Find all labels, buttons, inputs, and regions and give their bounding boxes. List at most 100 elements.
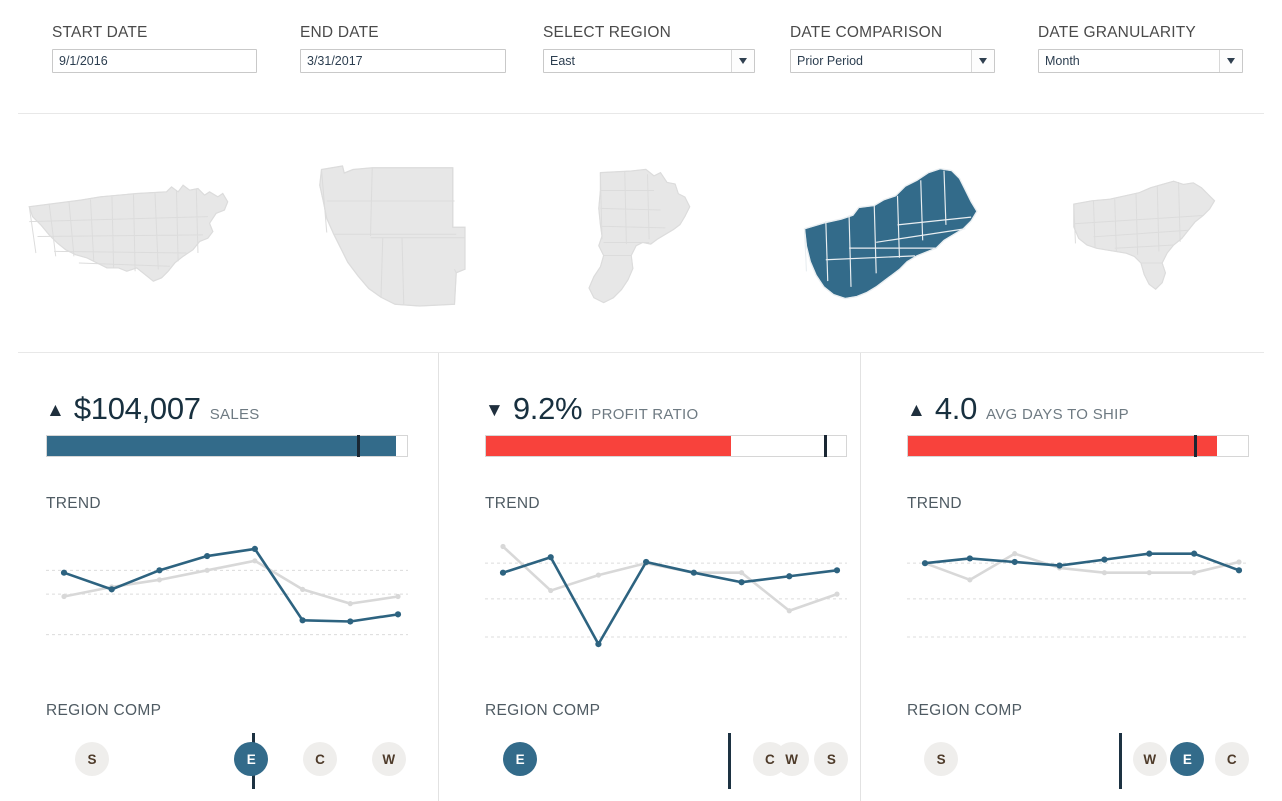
trend-point bbox=[1191, 570, 1197, 576]
trend-line-current bbox=[62, 547, 400, 623]
trend-label-sales: TREND bbox=[46, 495, 101, 512]
trend-point bbox=[547, 554, 554, 561]
kpi-bar-fill-avg-days-to-ship bbox=[908, 436, 1218, 456]
regioncomp-dot-w-avg-days-to-ship[interactable]: W bbox=[1132, 742, 1167, 776]
regioncomp-dot-c-sales[interactable]: C bbox=[303, 742, 338, 776]
map-central-svg bbox=[588, 168, 691, 304]
trend-point bbox=[1056, 562, 1063, 569]
trend-point bbox=[786, 573, 793, 580]
select-region-dropdown[interactable]: East bbox=[543, 49, 755, 73]
trend-point bbox=[595, 572, 602, 578]
filter-select-region: SELECT REGION East bbox=[543, 24, 755, 73]
trend-point bbox=[966, 555, 973, 562]
date-comparison-dropdown[interactable]: Prior Period bbox=[790, 49, 995, 73]
kpi-caption-sales: SALES bbox=[209, 406, 260, 423]
trend-point bbox=[251, 545, 258, 552]
map-south-thumbnail[interactable] bbox=[1026, 122, 1282, 350]
trend-sparkline-sales bbox=[46, 545, 408, 636]
trend-point bbox=[1236, 559, 1242, 565]
regioncomp-track-profit-ratio: ECWS bbox=[485, 733, 849, 789]
trend-sparkline-avg-days-to-ship bbox=[907, 550, 1249, 638]
kpi-caption-avg-days-to-ship: AVG DAYS TO SHIP bbox=[986, 406, 1129, 423]
start-date-input[interactable] bbox=[52, 49, 257, 73]
regioncomp-label-profit-ratio: REGION COMP bbox=[485, 702, 601, 719]
chevron-down-icon[interactable] bbox=[1219, 50, 1242, 72]
region-map-strip bbox=[0, 122, 1282, 350]
regioncomp-dot-e-sales[interactable]: E bbox=[234, 742, 269, 776]
arrow-up-icon: ▲ bbox=[46, 400, 65, 421]
kpi-header-profit-ratio: ▼ 9.2% PROFIT RATIO bbox=[485, 391, 860, 426]
regioncomp-dot-c-avg-days-to-ship[interactable]: C bbox=[1214, 742, 1249, 776]
trend-point bbox=[299, 586, 306, 592]
regioncomp-dot-s-avg-days-to-ship[interactable]: S bbox=[924, 742, 959, 776]
regioncomp-dot-e-profit-ratio[interactable]: E bbox=[503, 742, 538, 776]
map-central-thumbnail[interactable] bbox=[513, 122, 769, 350]
kpi-header-sales: ▲ $104,007 SALES bbox=[46, 391, 438, 426]
kpi-bar-target-marker-avg-days-to-ship bbox=[1193, 435, 1197, 457]
kpi-bar-profit-ratio bbox=[485, 435, 847, 457]
map-east-thumbnail[interactable] bbox=[769, 122, 1025, 350]
end-date-input[interactable] bbox=[300, 49, 506, 73]
divider-top bbox=[18, 113, 1264, 114]
kpi-value-profit-ratio: 9.2% bbox=[512, 391, 583, 426]
trend-point bbox=[690, 569, 697, 576]
trend-point bbox=[394, 611, 402, 618]
kpi-value-sales: $104,007 bbox=[73, 391, 201, 426]
filter-date-granularity-label: DATE GRANULARITY bbox=[1038, 24, 1196, 41]
filter-date-comparison-label: DATE COMPARISON bbox=[790, 24, 943, 41]
trend-point bbox=[1101, 556, 1108, 563]
regioncomp-track-avg-days-to-ship: S WEC bbox=[907, 733, 1249, 789]
regioncomp-label-avg-days-to-ship: REGION COMP bbox=[907, 702, 1023, 719]
chevron-down-icon[interactable] bbox=[731, 50, 754, 72]
trend-point bbox=[500, 543, 506, 550]
trend-point bbox=[108, 586, 115, 593]
trend-point bbox=[347, 618, 354, 625]
trend-point bbox=[299, 617, 306, 624]
trend-point bbox=[499, 569, 507, 576]
regioncomp-label-sales: REGION COMP bbox=[46, 702, 162, 719]
trend-sparkline-profit-ratio bbox=[485, 543, 847, 648]
kpi-panel-sales: ▲ $104,007 SALES TREND REGION COMP S E C W bbox=[0, 353, 438, 801]
trend-point bbox=[156, 567, 163, 574]
chevron-down-icon[interactable] bbox=[971, 50, 994, 72]
trend-point bbox=[834, 591, 840, 597]
filter-end-date-label: END DATE bbox=[300, 24, 379, 41]
caret-down-glyph bbox=[979, 58, 987, 64]
trend-point bbox=[595, 641, 602, 648]
trend-point bbox=[252, 558, 258, 564]
date-granularity-selected-value: Month bbox=[1045, 54, 1080, 68]
kpi-bar-target-marker-sales bbox=[356, 435, 360, 457]
regioncomp-track-sales: S ECW bbox=[46, 733, 408, 789]
regioncomp-reference-line-profit-ratio bbox=[727, 733, 731, 789]
trend-point bbox=[1146, 550, 1153, 557]
kpi-panel-avg-days-to-ship: ▲ 4.0 AVG DAYS TO SHIP TREND REGION COMP S W E C bbox=[860, 353, 1282, 801]
trend-point bbox=[61, 593, 67, 600]
kpi-bar-sales bbox=[46, 435, 408, 457]
date-granularity-dropdown[interactable]: Month bbox=[1038, 49, 1243, 73]
trend-point bbox=[204, 552, 211, 560]
trend-point bbox=[204, 567, 210, 573]
trend-line-current bbox=[923, 552, 1241, 572]
map-west-thumbnail[interactable] bbox=[256, 122, 512, 350]
select-region-selected-value: East bbox=[550, 54, 576, 68]
filter-start-date-label: START DATE bbox=[52, 24, 148, 41]
regioncomp-dot-w-sales[interactable]: W bbox=[371, 742, 406, 776]
trend-chart-avg-days-to-ship bbox=[907, 529, 1282, 664]
kpi-value-avg-days-to-ship: 4.0 bbox=[934, 391, 978, 426]
trend-point bbox=[1191, 550, 1198, 557]
trend-point bbox=[156, 577, 163, 583]
trend-point bbox=[1235, 567, 1243, 574]
kpi-caption-profit-ratio: PROFIT RATIO bbox=[591, 406, 699, 423]
trend-point bbox=[643, 558, 650, 566]
regioncomp-dot-s-profit-ratio[interactable]: S bbox=[814, 742, 849, 776]
filter-date-comparison: DATE COMPARISON Prior Period bbox=[790, 24, 995, 73]
regioncomp-dot-e-avg-days-to-ship[interactable]: E bbox=[1170, 742, 1205, 776]
trend-point bbox=[1011, 558, 1018, 566]
map-west-svg bbox=[319, 165, 466, 307]
trend-point bbox=[738, 579, 745, 586]
regioncomp-dot-w-profit-ratio[interactable]: W bbox=[774, 742, 809, 776]
trend-point bbox=[347, 601, 353, 607]
map-usa-thumbnail[interactable] bbox=[0, 122, 256, 350]
regioncomp-dot-s-sales[interactable]: S bbox=[74, 742, 109, 776]
map-usa-svg bbox=[28, 183, 229, 282]
